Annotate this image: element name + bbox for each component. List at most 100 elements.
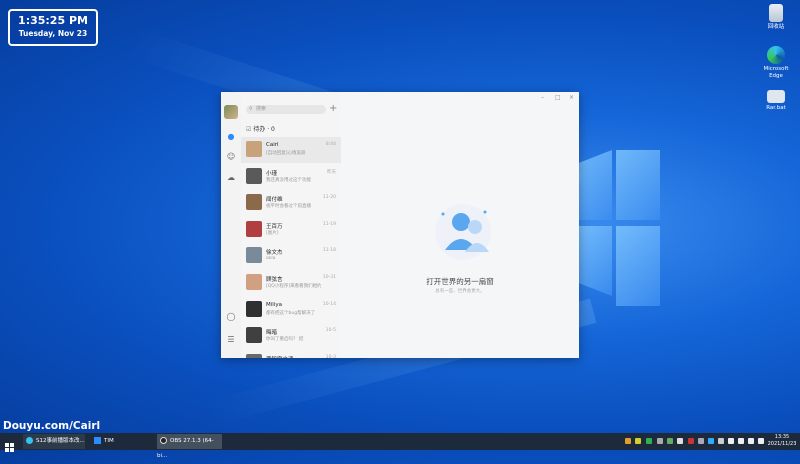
tray-icon[interactable] — [635, 438, 641, 444]
todo-label: 待办 · 0 — [253, 126, 275, 133]
tray-icon[interactable] — [708, 438, 714, 444]
windows-logo-wallpaper — [570, 150, 660, 310]
message-icon[interactable]: ● — [226, 132, 236, 142]
tray-icon[interactable] — [646, 438, 652, 444]
search-input[interactable]: ⚲ 搜索 — [246, 105, 326, 114]
empty-state-title: 打开世界的另一扇窗 — [426, 277, 494, 286]
tray-icon[interactable] — [688, 438, 694, 444]
app-nav-rail: ● ☺ ☁ ◯ ☰ — [221, 92, 241, 358]
desktop-icon-label: Microsoft Edge — [763, 66, 789, 79]
message-time: 10-14 — [322, 301, 336, 307]
conversation-item[interactable]: Cairl [自动回复]心情美丽 8:44 — [241, 137, 341, 163]
clock-time: 1:35:25 PM — [18, 14, 88, 27]
message-time: 8:44 — [325, 142, 336, 147]
ime-icon[interactable] — [758, 438, 764, 444]
taskbar-item-browser[interactable]: S12事前播版本改... — [23, 434, 85, 449]
windows-icon — [5, 443, 14, 452]
add-button[interactable]: + — [329, 103, 337, 114]
todo-item[interactable]: ☑ 待办 · 0 — [246, 124, 275, 133]
contact-avatar — [246, 220, 262, 237]
message-time: 10-5 — [325, 328, 336, 334]
start-button[interactable] — [5, 437, 14, 452]
contact-name: 晦暗 — [266, 330, 278, 337]
message-time: 10-3 — [325, 354, 336, 358]
taskbar: S12事前播版本改... TIM OBS 27.1.3 (64-bi... 13… — [0, 433, 800, 459]
message-preview: [图片] — [266, 230, 279, 236]
minimize-button[interactable]: – — [541, 94, 544, 101]
check-icon: ☑ — [246, 126, 252, 133]
taskbar-time: 13:35 — [774, 434, 790, 440]
tim-icon — [94, 437, 101, 444]
edge-icon — [767, 46, 785, 64]
contact-avatar — [246, 194, 262, 211]
edge-icon — [26, 437, 33, 444]
empty-state-illustration — [435, 204, 491, 260]
contact-name: Cairl — [266, 142, 279, 148]
taskbar-clock[interactable]: 13:35 2021/11/23 — [766, 434, 798, 448]
chat-area: – □ × 打开世界的另一扇窗 总有一些、世界会更大。 — [341, 92, 579, 358]
taskbar-date: 2021/11/23 — [767, 441, 797, 447]
message-time: 昨天 — [327, 169, 336, 175]
contact-name: 闻付维 — [266, 197, 283, 204]
user-avatar[interactable] — [224, 105, 238, 119]
obs-icon — [160, 437, 167, 444]
desktop-icon-edge[interactable]: Microsoft Edge — [756, 46, 796, 80]
desktop-icon-label: 回收站 — [767, 24, 785, 30]
mini-app-icon[interactable]: ◯ — [226, 312, 236, 322]
conversation-item[interactable]: 徐文杰 okla 11-18 — [241, 243, 341, 269]
message-time: 11-20 — [322, 195, 336, 201]
close-button[interactable]: × — [569, 94, 574, 101]
message-time: 11-19 — [322, 221, 336, 227]
desktop-icon-label: Rar.bat — [766, 105, 786, 111]
message-time: 11-18 — [322, 248, 336, 254]
clock-date: Tuesday, Nov 23 — [18, 29, 88, 38]
message-preview: 我还真没用过这个功能 — [266, 177, 311, 183]
conversation-item[interactable]: 曹铭宇之语 10-3 — [241, 350, 341, 358]
contact-avatar — [246, 274, 262, 290]
taskbar-item-label: S12事前播版本改... — [36, 438, 85, 444]
stream-watermark: Douyu.com/Cairl — [3, 420, 101, 432]
cloud-icon[interactable]: ☁ — [226, 173, 236, 183]
wifi-icon[interactable] — [738, 438, 744, 444]
contact-name: Miliya — [266, 301, 282, 308]
contacts-icon[interactable]: ☺ — [226, 152, 236, 162]
desktop-icon-recycle-bin[interactable]: 回收站 — [756, 4, 796, 31]
contact-avatar — [246, 167, 262, 184]
tray-icon[interactable] — [667, 438, 673, 444]
maximize-button[interactable]: □ — [555, 94, 561, 101]
recycle-bin-icon — [769, 4, 783, 22]
volume-icon[interactable] — [748, 438, 754, 444]
bat-file-icon — [767, 90, 785, 103]
contact-name: 小瑾 — [266, 170, 278, 177]
conversation-list: ⚲ 搜索 + ☑ 待办 · 0 Cairl [自动回复]心情美丽 8:44 小瑾 我还真… — [241, 92, 341, 358]
network-icon[interactable] — [728, 438, 734, 444]
contact-name: 王百万 — [266, 223, 283, 230]
conversation-item[interactable]: 王百万 [图片] 11-19 — [241, 217, 341, 243]
tray-icon[interactable] — [698, 438, 704, 444]
empty-state-subtitle: 总有一些、世界会更大。 — [435, 289, 485, 294]
clock-widget: 1:35:25 PM Tuesday, Nov 23 — [8, 9, 98, 46]
contact-name: 徐文杰 — [266, 250, 283, 257]
search-icon: ⚲ — [249, 106, 253, 112]
conversation-item[interactable]: 晦暗 你叫了重启吗？ 挺 10-5 — [241, 323, 341, 349]
message-preview: [自动回复]心情美丽 — [266, 151, 306, 156]
contact-avatar — [246, 300, 262, 317]
conversation-item[interactable]: 闻付维 视平时会看过个前直播 11-20 — [241, 190, 341, 216]
conversation-item[interactable]: Miliya 都有把这个bug帮解决了 10-14 — [241, 297, 341, 323]
message-preview: 视平时会看过个前直播 — [266, 204, 311, 210]
conversation-item[interactable]: 顾弦言 [QQ小程序]来看看我们相约 10-31 — [241, 270, 341, 296]
contact-avatar — [246, 327, 262, 344]
menu-icon[interactable]: ☰ — [226, 335, 236, 345]
tray-icon[interactable] — [657, 438, 663, 444]
conversation-item[interactable]: 小瑾 我还真没用过这个功能 昨天 — [241, 164, 341, 190]
tray-icon[interactable] — [625, 438, 631, 444]
taskbar-item-obs[interactable]: OBS 27.1.3 (64-bi... — [157, 434, 222, 459]
desktop-icon-rar-bat[interactable]: Rar.bat — [756, 90, 796, 112]
tray-icon[interactable] — [718, 438, 724, 444]
tray-icon[interactable] — [677, 438, 683, 444]
contact-avatar — [246, 141, 262, 157]
tim-window: ● ☺ ☁ ◯ ☰ ⚲ 搜索 + ☑ 待办 · 0 Cairl [自动回复]心情美… — [221, 92, 579, 358]
taskbar-item-tim[interactable]: TIM — [91, 434, 151, 449]
contact-avatar — [246, 247, 262, 264]
contact-name: 顾弦言 — [266, 277, 283, 283]
